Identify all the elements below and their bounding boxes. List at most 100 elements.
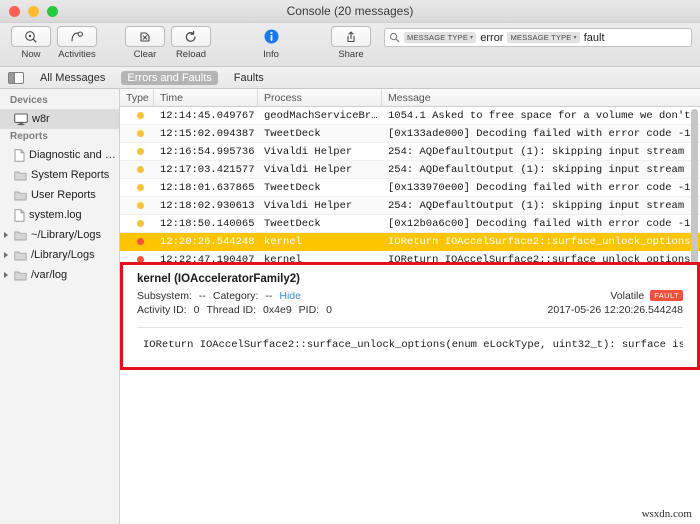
traffic-light-group	[0, 5, 58, 17]
info-button[interactable]: Info	[248, 26, 294, 60]
table-row[interactable]: 12:18:50.140065 TweetDeck [0x12b0a6c00] De…	[120, 215, 700, 233]
now-button[interactable]: Now	[8, 26, 54, 60]
cell-type	[120, 130, 154, 137]
sidebar-toggle-icon[interactable]	[8, 71, 24, 84]
detail-ids-line: Activity ID: 0 Thread ID: 0x4e9 PID: 0 2…	[137, 303, 683, 317]
sidebar-item-system-log-label: system.log	[29, 209, 82, 221]
chevron-down-icon-2: ▾	[573, 35, 577, 41]
table-row[interactable]: 12:17:03.421577 Vivaldi Helper 254: AQDefa…	[120, 161, 700, 179]
fault-dot-icon	[137, 238, 144, 245]
detail-subsystem-label: Subsystem:	[137, 289, 192, 302]
filter-chip-all-messages[interactable]: All Messages	[34, 71, 111, 85]
share-button[interactable]: Share	[328, 26, 374, 60]
cell-message: 254: AQDefaultOutput (1): skipping input…	[388, 145, 700, 158]
folder-icon	[14, 191, 27, 200]
vertical-scrollbar[interactable]	[691, 109, 698, 262]
disclosure-triangle-icon[interactable]	[4, 232, 8, 238]
cell-message: 254: AQDefaultOutput (1): skipping input…	[388, 199, 700, 212]
warning-dot-icon	[137, 112, 144, 119]
column-header-process[interactable]: Process	[258, 89, 382, 106]
cell-process: TweetDeck	[264, 217, 321, 230]
sidebar-item-home-library-logs-label: ~/Library/Logs	[31, 229, 102, 241]
reload-button[interactable]: Reload	[168, 26, 214, 60]
filter-bar: All Messages Errors and Faults Faults	[0, 67, 700, 89]
sidebar-item-home-library-logs[interactable]: ~/Library/Logs	[0, 225, 119, 245]
cell-time: 12:16:54.995736	[160, 145, 255, 158]
detail-hide-link[interactable]: Hide	[279, 290, 301, 302]
minimize-window-icon[interactable]	[28, 5, 39, 17]
sidebar-item-system-log[interactable]: system.log	[0, 205, 119, 225]
table-row[interactable]: 12:16:54.995736 Vivaldi Helper 254: AQDefa…	[120, 143, 700, 161]
detail-subsystem-value: --	[198, 289, 206, 302]
cell-process: Vivaldi Helper	[264, 145, 353, 158]
cell-type	[120, 220, 154, 227]
filter-token-message-type-1[interactable]: MESSAGE TYPE ▾	[404, 32, 477, 43]
log-table-body[interactable]: 12:14:45.049767 geodMachServiceBridge 1054…	[120, 107, 700, 262]
status-badge: FAULT	[650, 290, 683, 301]
folder-icon	[14, 231, 27, 240]
table-row[interactable]: 12:14:45.049767 geodMachServiceBridge 1054…	[120, 107, 700, 125]
detail-message-text: IOReturn IOAccelSurface2::surface_unlock…	[143, 338, 683, 351]
column-header-time[interactable]: Time	[154, 89, 258, 106]
reload-label: Reload	[175, 49, 207, 60]
sidebar-item-library-logs[interactable]: /Library/Logs	[0, 245, 119, 265]
cell-type	[120, 202, 154, 209]
footer-blank: wsxdn.com	[120, 369, 700, 524]
sidebar-item-diagnostic-and-usage-label: Diagnostic and U...	[29, 149, 119, 161]
share-icon	[331, 26, 371, 47]
activities-button[interactable]: Activities	[54, 26, 100, 60]
table-row[interactable]: 12:18:02.930613 Vivaldi Helper 254: AQDefa…	[120, 197, 700, 215]
clear-label: Clear	[133, 49, 157, 60]
disclosure-triangle-icon[interactable]	[4, 272, 8, 278]
column-header-type[interactable]: Type	[120, 89, 154, 106]
sidebar-item-var-log-label: /var/log	[31, 269, 68, 281]
table-row[interactable]: 12:15:02.094387 TweetDeck [0x133ade000] De…	[120, 125, 700, 143]
sidebar-item-w8r[interactable]: w8r	[0, 109, 119, 129]
cell-time: 12:18:50.140065	[160, 217, 255, 230]
filter-token-message-type-2[interactable]: MESSAGE TYPE ▾	[507, 32, 580, 43]
detail-subsystem-line: Subsystem: -- Category: -- Hide Volatile…	[137, 289, 683, 303]
table-row[interactable]: 12:20:26.544248 kernel IOReturn IOAccelSur…	[120, 233, 700, 251]
cell-time: 12:14:45.049767	[160, 109, 255, 122]
detail-status-group: Volatile FAULT	[610, 290, 683, 302]
filter-chip-errors-and-faults[interactable]: Errors and Faults	[121, 70, 218, 85]
search-icon	[389, 32, 400, 43]
search-input[interactable]: MESSAGE TYPE ▾ error MESSAGE TYPE ▾ faul…	[384, 28, 692, 47]
cell-type	[120, 166, 154, 173]
cell-process: TweetDeck	[264, 181, 321, 194]
cell-type	[120, 184, 154, 191]
sidebar-item-diagnostic-and-usage[interactable]: Diagnostic and U...	[0, 145, 119, 165]
detail-activity-label: Activity ID:	[137, 303, 187, 316]
scrollbar-thumb[interactable]	[691, 109, 698, 262]
table-row[interactable]: 12:18:01.637865 TweetDeck [0x133970e00] De…	[120, 179, 700, 197]
warning-dot-icon	[137, 130, 144, 137]
sidebar-section-devices-header: Devices	[10, 95, 48, 106]
disclosure-triangle-icon[interactable]	[4, 252, 8, 258]
sidebar-item-system-reports[interactable]: System Reports	[0, 165, 119, 185]
sidebar-item-library-logs-label: /Library/Logs	[31, 249, 95, 261]
folder-icon	[14, 271, 27, 280]
main-panel: Type Time Process Message 12:14:45.04976…	[120, 89, 700, 524]
detail-category-value: --	[265, 289, 273, 302]
cell-process: Vivaldi Helper	[264, 163, 353, 176]
clear-button[interactable]: Clear	[122, 26, 168, 60]
sidebar-item-var-log[interactable]: /var/log	[0, 265, 119, 285]
column-header-message[interactable]: Message	[382, 89, 700, 106]
cell-process: kernel	[264, 235, 302, 248]
share-label: Share	[338, 49, 364, 60]
maximize-window-icon[interactable]	[47, 5, 58, 17]
cell-time: 12:17:03.421577	[160, 163, 255, 176]
close-window-icon[interactable]	[9, 5, 20, 17]
content-split: Devices w8r Reports Diagnostic and U...	[0, 89, 700, 524]
message-detail-panel: kernel (IOAcceleratorFamily2) Subsystem:…	[120, 261, 700, 370]
filter-chip-faults[interactable]: Faults	[228, 71, 270, 85]
cell-message: [0x133ade000] Decoding failed with error…	[388, 127, 691, 140]
warning-dot-icon	[137, 148, 144, 155]
sidebar: Devices w8r Reports Diagnostic and U...	[0, 89, 120, 524]
warning-dot-icon	[137, 220, 144, 227]
table-row[interactable]: 12:22:47.190407 kernel IOReturn IOAccelSur…	[120, 251, 700, 262]
sidebar-item-user-reports[interactable]: User Reports	[0, 185, 119, 205]
cell-message: 1054.1 Asked to free space for a volume …	[388, 109, 700, 122]
cell-time: 12:15:02.094387	[160, 127, 255, 140]
reload-icon	[171, 26, 211, 47]
